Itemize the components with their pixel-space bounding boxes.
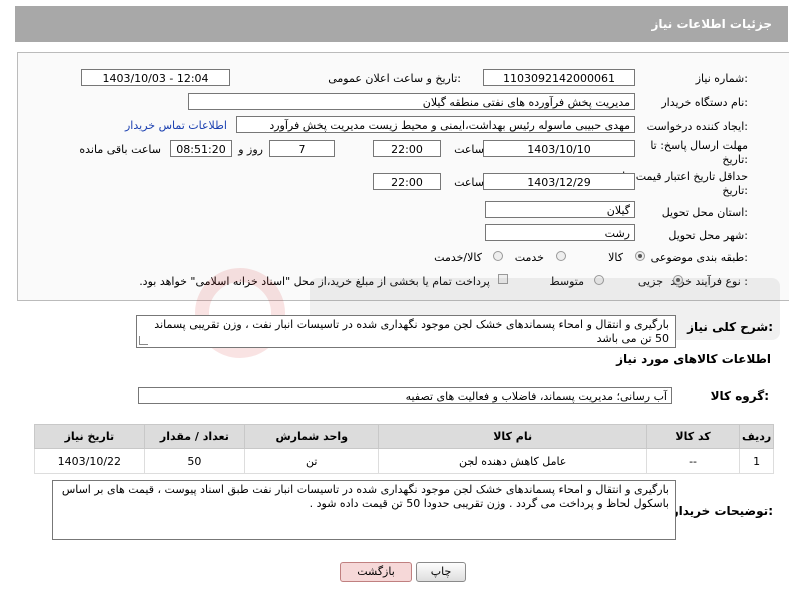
col-goods-code: کد کالا [645,424,741,449]
col-unit: واحد شمارش [244,424,380,449]
remaining-time-field: 08:51:20 [170,140,232,157]
summary-text: بارگیری و انتقال و امحاء پسماندهای خشک ل… [154,318,669,345]
reply-time-label: ساعت [454,143,484,156]
process-radio-medium[interactable] [594,275,604,285]
cell-row-number: 1 [739,448,774,474]
buyer-notes-label: توضیحات خریدار: [671,504,773,518]
announce-datetime-label: تاریخ و ساعت اعلان عمومی: [328,72,461,85]
process-option-medium: متوسط [549,275,584,288]
col-row-number: ردیف [739,424,774,449]
city-field: رشت [485,224,635,241]
goods-table-header-row: ردیف کد کالا نام کالا واحد شمارش تعداد /… [34,424,774,449]
price-validity-date-field: 1403/12/29 [483,173,635,190]
title-bar: جزئیات اطلاعات نیاز [15,6,788,42]
province-label: استان محل تحویل: [661,206,748,219]
need-details-panel: شماره نیاز: 1103092142000061 تاریخ و ساع… [17,52,789,301]
price-validity-time-label: ساعت [454,176,484,189]
buyer-contact-link[interactable]: اطلاعات تماس خریدار [125,119,227,132]
treasury-checkbox[interactable] [498,274,508,284]
treasury-note: پرداخت تمام یا بخشی از مبلغ خرید،از محل … [139,275,490,288]
price-validity-time-field: 22:00 [373,173,441,190]
summary-textarea[interactable]: بارگیری و انتقال و امحاء پسماندهای خشک ل… [136,315,676,348]
buyer-org-label: نام دستگاه خریدار: [661,96,748,109]
process-radio-minor[interactable] [673,275,683,285]
table-row: 1 -- عامل کاهش دهنده لجن تن 50 1403/10/2… [34,448,774,474]
need-number-field: 1103092142000061 [483,69,635,86]
col-need-date: تاریخ نیاز [34,424,145,449]
creator-label: ایجاد کننده درخواست: [646,120,748,133]
remaining-time-label: ساعت باقی مانده [79,143,161,156]
announce-datetime-field: 1403/10/03 - 12:04 [81,69,230,86]
page-title: جزئیات اطلاعات نیاز [651,17,772,31]
province-field: گیلان [485,201,635,218]
buyer-notes-text: بارگیری و انتقال و امحاء پسماندهای خشک ل… [61,483,669,510]
print-button[interactable]: چاپ [416,562,466,582]
goods-section-header: اطلاعات کالاهای مورد نیاز [616,352,771,366]
process-option-minor: جزیی [637,275,663,288]
creator-field: مهدی حبیبی ماسوله رئیس بهداشت،ایمنی و مح… [236,116,635,133]
goods-group-label: گروه کالا: [710,389,769,403]
buyer-org-field: مدیریت پخش فرآورده های نفتی منطقه گیلان [188,93,635,110]
reply-time-field: 22:00 [373,140,441,157]
reply-deadline-label: مهلت ارسال پاسخ: تا [650,139,748,152]
goods-group-field: آب رسانی؛ مدیریت پسماند، فاضلاب و فعالیت… [138,387,672,404]
category-radio-goods-service[interactable] [493,251,503,261]
col-quantity: تعداد / مقدار [143,424,246,449]
category-option-goods: کالا [608,251,623,264]
col-goods-name: نام کالا [378,424,647,449]
price-validity-label-2: تاریخ: [722,184,748,197]
cell-unit: تن [244,448,380,474]
city-label: شهر محل تحویل: [668,229,748,242]
cell-goods-code: -- [645,448,741,474]
reply-days-field: 7 [269,140,335,157]
summary-label: شرح کلی نیاز: [687,320,773,334]
back-button[interactable]: بازگشت [340,562,412,582]
reply-deadline-label-2: تاریخ: [722,153,748,166]
resize-grip-icon[interactable] [139,336,148,345]
cell-need-date: 1403/10/22 [34,448,145,474]
cell-goods-name: عامل کاهش دهنده لجن [378,448,647,474]
goods-table: ردیف کد کالا نام کالا واحد شمارش تعداد /… [34,424,774,474]
reply-date-field: 1403/10/10 [483,140,635,157]
cell-quantity: 50 [143,448,246,474]
buyer-notes-textarea[interactable]: بارگیری و انتقال و امحاء پسماندهای خشک ل… [52,480,676,540]
category-label: طبقه بندی موضوعی: [650,251,748,264]
reply-days-label: روز و [238,143,263,156]
price-validity-label: حداقل تاریخ اعتبار قیمت: تا [622,170,748,183]
category-radio-service[interactable] [556,251,566,261]
category-option-service: خدمت [514,251,544,264]
category-option-goods-service: کالا/خدمت [434,251,482,264]
category-radio-goods[interactable] [635,251,645,261]
need-number-label: شماره نیاز: [695,72,748,85]
